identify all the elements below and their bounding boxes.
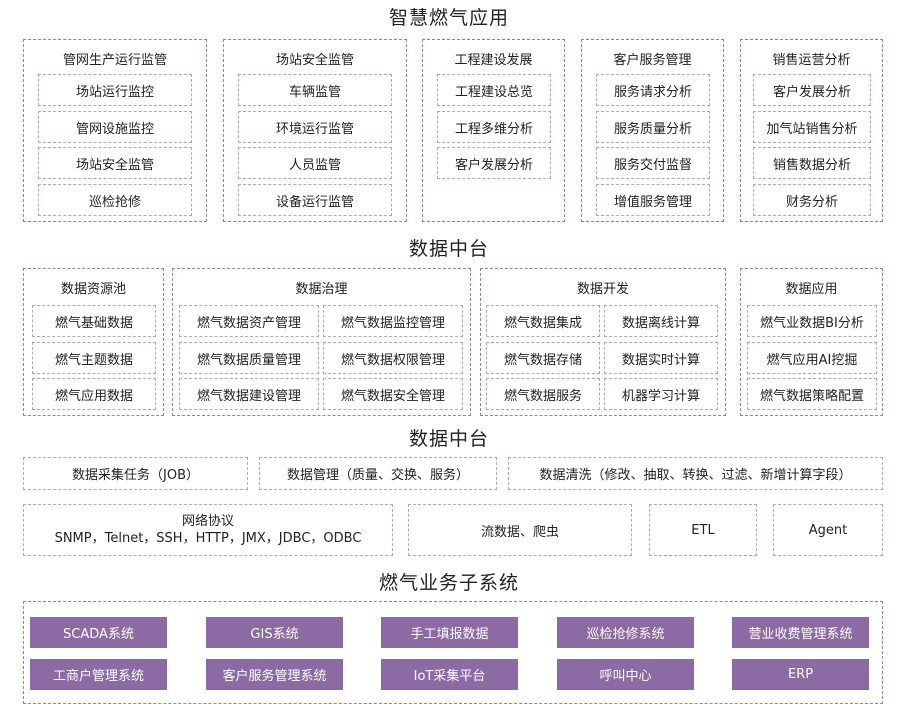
- app-item[interactable]: 服务请求分析: [596, 74, 710, 106]
- data-item[interactable]: 燃气数据权限管理: [323, 342, 463, 374]
- data-item[interactable]: 燃气基础数据: [32, 305, 156, 337]
- group-customer-service: 客户服务管理 服务请求分析 服务质量分析 服务交付监督 增值服务管理: [581, 39, 724, 222]
- group-label: 场站安全监管: [275, 53, 354, 68]
- app-item[interactable]: 服务质量分析: [596, 111, 710, 143]
- app-item[interactable]: 加气站销售分析: [753, 111, 871, 143]
- data-platform-title-1: 数据中台: [408, 238, 489, 260]
- task-data-collection[interactable]: 数据采集任务（JOB）: [23, 457, 248, 490]
- group-label: 工程建设发展: [454, 53, 533, 68]
- smart-gas-title: 智慧燃气应用: [388, 7, 509, 29]
- app-item[interactable]: 设备运行监管: [238, 184, 392, 216]
- app-item[interactable]: 财务分析: [753, 184, 871, 216]
- app-item[interactable]: 人员监管: [238, 147, 392, 179]
- network-protocols-list: SNMP，Telnet，SSH，HTTP，JMX，JDBC，ODBC: [54, 531, 362, 546]
- system-customer-service[interactable]: 客户服务管理系统: [206, 659, 343, 690]
- system-inspection-repair[interactable]: 巡检抢修系统: [557, 617, 694, 648]
- group-data-development: 数据开发 燃气数据集成 数据离线计算 燃气数据存储 数据实时计算 燃气数据服务 …: [480, 268, 726, 416]
- network-protocols-box[interactable]: 网络协议 SNMP，Telnet，SSH，HTTP，JMX，JDBC，ODBC: [23, 504, 393, 556]
- stream-crawler-box[interactable]: 流数据、爬虫: [408, 504, 632, 556]
- system-scada[interactable]: SCADA系统: [30, 617, 167, 648]
- group-label: 数据资源池: [60, 282, 126, 297]
- app-item[interactable]: 环境运行监管: [238, 111, 392, 143]
- system-billing[interactable]: 营业收费管理系统: [732, 617, 869, 648]
- app-item[interactable]: 客户发展分析: [437, 147, 551, 179]
- app-item[interactable]: 服务交付监督: [596, 147, 710, 179]
- system-commercial-users[interactable]: 工商户管理系统: [30, 659, 167, 690]
- group-label: 销售运营分析: [772, 53, 851, 68]
- system-iot-platform[interactable]: IoT采集平台: [381, 659, 518, 690]
- data-item[interactable]: 机器学习计算: [604, 378, 718, 410]
- data-item[interactable]: 燃气数据监控管理: [323, 305, 463, 337]
- group-data-resource-pool: 数据资源池 燃气基础数据 燃气主题数据 燃气应用数据: [23, 268, 164, 416]
- app-item[interactable]: 管网设施监控: [38, 111, 192, 143]
- data-item[interactable]: 燃气数据服务: [486, 378, 600, 410]
- data-platform-title-2: 数据中台: [408, 428, 489, 450]
- group-pipeline-production: 管网生产运行监管 场站运行监控 管网设施监控 场站安全监管 巡检抢修: [23, 39, 207, 222]
- task-data-management[interactable]: 数据管理（质量、交换、服务）: [259, 457, 497, 490]
- data-item[interactable]: 燃气主题数据: [32, 342, 156, 374]
- group-label: 管网生产运行监管: [62, 53, 167, 68]
- app-item[interactable]: 工程多维分析: [437, 111, 551, 143]
- app-item[interactable]: 场站安全监管: [38, 147, 192, 179]
- gas-subsystem-title: 燃气业务子系统: [378, 572, 519, 594]
- group-label: 数据开发: [576, 282, 629, 297]
- app-item[interactable]: 工程建设总览: [437, 74, 551, 106]
- data-item[interactable]: 燃气数据质量管理: [179, 342, 319, 374]
- agent-box[interactable]: Agent: [773, 504, 883, 556]
- etl-box[interactable]: ETL: [649, 504, 757, 556]
- app-item[interactable]: 巡检抢修: [38, 184, 192, 216]
- data-item[interactable]: 燃气数据建设管理: [179, 378, 319, 410]
- data-item[interactable]: 燃气数据策略配置: [747, 378, 877, 410]
- app-item[interactable]: 销售数据分析: [753, 147, 871, 179]
- data-item[interactable]: 燃气数据集成: [486, 305, 600, 337]
- group-sales-analysis: 销售运营分析 客户发展分析 加气站销售分析 销售数据分析 财务分析: [740, 39, 883, 222]
- system-call-center[interactable]: 呼叫中心: [557, 659, 694, 690]
- app-item[interactable]: 车辆监管: [238, 74, 392, 106]
- data-item[interactable]: 燃气数据资产管理: [179, 305, 319, 337]
- app-item[interactable]: 场站运行监控: [38, 74, 192, 106]
- task-data-cleaning[interactable]: 数据清洗（修改、抽取、转换、过滤、新增计算字段）: [508, 457, 883, 490]
- system-manual-entry[interactable]: 手工填报数据: [381, 617, 518, 648]
- data-item[interactable]: 数据实时计算: [604, 342, 718, 374]
- app-item[interactable]: 增值服务管理: [596, 184, 710, 216]
- group-station-safety: 场站安全监管 车辆监管 环境运行监管 人员监管 设备运行监管: [223, 39, 407, 222]
- data-item[interactable]: 数据离线计算: [604, 305, 718, 337]
- system-erp[interactable]: ERP: [732, 659, 869, 690]
- data-item[interactable]: 燃气业数据BI分析: [747, 305, 877, 337]
- group-data-application: 数据应用 燃气业数据BI分析 燃气应用AI挖掘 燃气数据策略配置: [740, 268, 883, 416]
- data-item[interactable]: 燃气应用数据: [32, 378, 156, 410]
- data-item[interactable]: 燃气应用AI挖掘: [747, 342, 877, 374]
- network-protocols-title: 网络协议: [181, 514, 234, 529]
- group-label: 数据治理: [295, 282, 348, 297]
- system-gis[interactable]: GIS系统: [206, 617, 343, 648]
- app-item[interactable]: 客户发展分析: [753, 74, 871, 106]
- group-engineering: 工程建设发展 工程建设总览 工程多维分析 客户发展分析: [422, 39, 565, 222]
- data-item[interactable]: 燃气数据存储: [486, 342, 600, 374]
- data-item[interactable]: 燃气数据安全管理: [323, 378, 463, 410]
- group-data-governance: 数据治理 燃气数据资产管理 燃气数据监控管理 燃气数据质量管理 燃气数据权限管理…: [172, 268, 471, 416]
- group-label: 客户服务管理: [613, 53, 692, 68]
- group-label: 数据应用: [785, 282, 838, 297]
